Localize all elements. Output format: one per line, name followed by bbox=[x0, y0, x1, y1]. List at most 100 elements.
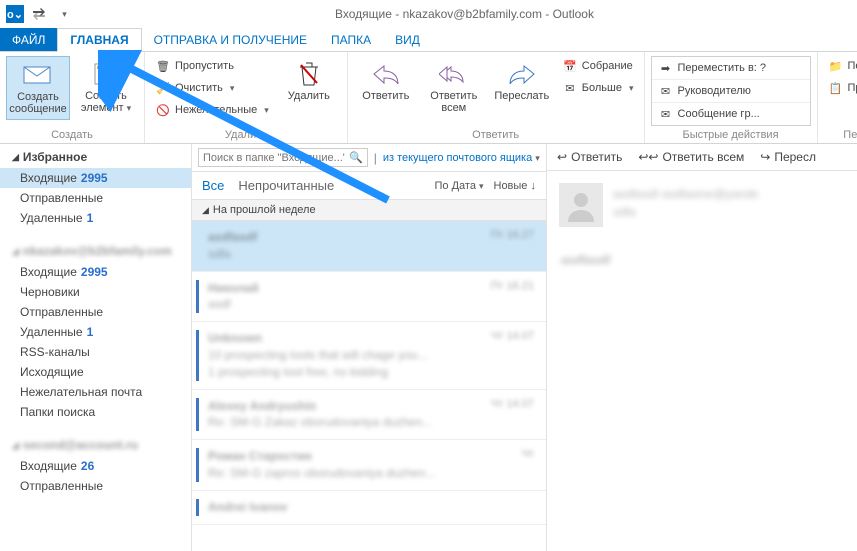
app-body: ◢Избранное Входящие 2995 Отправленные Уда… bbox=[0, 144, 857, 551]
mail-item[interactable]: Andrei Ivanov bbox=[192, 491, 546, 525]
nav-inbox-acc1-label: Входящие bbox=[20, 265, 77, 279]
reply-icon bbox=[370, 60, 402, 88]
mail-item[interactable]: Unknown10 prospecting tools that will ch… bbox=[192, 322, 546, 389]
nav-deleted[interactable]: Удаленные 1 bbox=[0, 208, 191, 228]
move-label: Переместить bbox=[848, 60, 857, 72]
rules-label: Правила bbox=[848, 82, 857, 94]
qat-customize-icon[interactable] bbox=[54, 5, 72, 23]
tab-file[interactable]: ФАЙЛ bbox=[0, 28, 57, 51]
mail-item[interactable]: Alexey AndryushinRe: SM-G Zakaz oborudov… bbox=[192, 390, 546, 441]
new-item-label: Создать элемент bbox=[76, 90, 136, 114]
junk-icon: 🚫 bbox=[155, 102, 171, 118]
nav-drafts[interactable]: Черновики bbox=[0, 282, 191, 302]
ribbon-group-new-label: Создать bbox=[6, 127, 138, 143]
tab-view[interactable]: ВИД bbox=[383, 28, 432, 51]
quick-manager[interactable]: ✉ Руководителю bbox=[652, 80, 810, 103]
reply-all-button[interactable]: Ответить всем bbox=[422, 56, 486, 118]
mail-item[interactable]: asdfasdfsdfaПт 16.27 bbox=[192, 221, 546, 272]
new-item-button[interactable]: Создать элемент bbox=[74, 56, 138, 118]
nav-deleted-acc1-label: Удаленные bbox=[20, 325, 83, 339]
ribbon-group-respond-label: Ответить bbox=[354, 127, 638, 143]
reading-forward-button[interactable]: ↪Пересл bbox=[760, 150, 816, 164]
reply-button[interactable]: Ответить bbox=[354, 56, 418, 106]
nav-inbox[interactable]: Входящие2995 bbox=[0, 168, 191, 188]
nav-inbox-acc1[interactable]: Входящие 2995 bbox=[0, 262, 191, 282]
mail-item[interactable]: Роман СтаростинRe: SM-G zapros oborudova… bbox=[192, 440, 546, 491]
tab-send-receive[interactable]: ОТПРАВКА И ПОЛУЧЕНИЕ bbox=[142, 28, 319, 51]
filter-unread[interactable]: Непрочитанные bbox=[238, 178, 334, 193]
account1-header[interactable]: ◢nkazakov@b2bfamily.com bbox=[0, 238, 191, 262]
quick-team[interactable]: ✉Сообщение гр... bbox=[652, 103, 810, 125]
nav-search-folders[interactable]: Папки поиска bbox=[0, 402, 191, 422]
rules-button[interactable]: 📋Правила bbox=[824, 78, 857, 98]
reading-reply-button[interactable]: ↩Ответить bbox=[557, 150, 622, 164]
reading-header: asdfasdf asdfasme@yande sdfa bbox=[547, 171, 857, 239]
account2-header[interactable]: ◢second@account.ru bbox=[0, 432, 191, 456]
reading-subject: asdfasdf bbox=[561, 253, 843, 267]
quick-move-to[interactable]: ➡Переместить в: ? bbox=[652, 57, 810, 80]
nav-inbox-acc1-count: 2995 bbox=[81, 265, 108, 279]
filter-all[interactable]: Все bbox=[202, 178, 224, 193]
meeting-button[interactable]: 📅Собрание bbox=[558, 56, 638, 76]
forward-button[interactable]: Переслать bbox=[490, 56, 554, 106]
reading-forward-label: Пересл bbox=[774, 150, 816, 164]
reading-actions: ↩Ответить ↩↩ Ответить всем ↪Пересл bbox=[547, 144, 857, 171]
tab-home[interactable]: ГЛАВНАЯ bbox=[57, 28, 141, 52]
nav-inbox-acc2-label: Входящие bbox=[20, 459, 77, 473]
nav-deleted-count: 1 bbox=[87, 211, 94, 225]
move-to-icon: ➡ bbox=[658, 60, 674, 76]
more-label: Больше bbox=[582, 82, 622, 94]
favorites-header[interactable]: ◢Избранное bbox=[0, 144, 191, 168]
nav-rss[interactable]: RSS-каналы bbox=[0, 342, 191, 362]
clean-button[interactable]: 🧹Очистить bbox=[151, 78, 273, 98]
reading-reply-all-button[interactable]: ↩↩ Ответить всем bbox=[638, 150, 744, 164]
filter-bar: Все Непрочитанные По Дата Новые ↓ bbox=[192, 172, 546, 200]
nav-inbox-acc2-count: 26 bbox=[81, 459, 94, 473]
delete-icon bbox=[293, 60, 325, 88]
search-box[interactable]: 🔍 bbox=[198, 148, 368, 167]
reading-reply-all-label: Ответить всем bbox=[662, 150, 744, 164]
search-icon[interactable]: 🔍 bbox=[349, 151, 363, 164]
move-button[interactable]: 📁 Переместить bbox=[824, 56, 857, 76]
new-mail-button[interactable]: Создать сообщение bbox=[6, 56, 70, 120]
sort-by[interactable]: По Дата bbox=[435, 180, 484, 192]
nav-deleted-acc1[interactable]: Удаленные1 bbox=[0, 322, 191, 342]
ribbon-group-quick-label: Быстрые действия bbox=[651, 127, 811, 143]
ignore-button[interactable]: 🗑Пропустить bbox=[151, 56, 273, 76]
junk-button[interactable]: 🚫 Нежелательные bbox=[151, 100, 273, 120]
delete-label: Удалить bbox=[288, 90, 330, 102]
reply-all-icon: ↩↩ bbox=[638, 150, 658, 164]
nav-outbox[interactable]: Исходящие bbox=[0, 362, 191, 382]
reading-reply-label: Ответить bbox=[571, 150, 622, 164]
ribbon-group-delete-label: Удалить bbox=[151, 127, 341, 143]
nav-deleted-label: Удаленные bbox=[20, 211, 83, 225]
junk-label: Нежелательные bbox=[175, 104, 257, 116]
reading-from: asdfasdf asdfasme@yande bbox=[613, 187, 759, 201]
move-folder-icon: 📁 bbox=[828, 58, 844, 74]
mail-item[interactable]: НиколайasdfПт 16.21 bbox=[192, 272, 546, 323]
quick-steps-gallery[interactable]: ➡Переместить в: ? ✉ Руководителю ✉Сообщен… bbox=[651, 56, 811, 126]
search-input[interactable] bbox=[203, 152, 345, 164]
qat-send-receive-icon[interactable] bbox=[30, 5, 48, 23]
ribbon-group-move: 📁 Переместить 📋Правила Переместить bbox=[818, 52, 857, 143]
more-respond-button[interactable]: ✉Больше bbox=[558, 78, 638, 98]
favorites-label: Избранное bbox=[23, 150, 87, 164]
nav-sent[interactable]: Отправленные bbox=[0, 188, 191, 208]
sort-direction[interactable]: Новые ↓ bbox=[494, 180, 537, 192]
search-scope[interactable]: из текущего почтового ящика bbox=[383, 152, 540, 164]
nav-sent-acc1[interactable]: Отправленные bbox=[0, 302, 191, 322]
ignore-label: Пропустить bbox=[175, 60, 234, 72]
forward-label: Переслать bbox=[494, 90, 549, 102]
manager-icon: ✉ bbox=[658, 83, 674, 99]
tab-folder[interactable]: ПАПКА bbox=[319, 28, 383, 51]
nav-sent-acc2[interactable]: Отправленные bbox=[0, 476, 191, 496]
nav-junk[interactable]: Нежелательная почта bbox=[0, 382, 191, 402]
nav-inbox-acc2[interactable]: Входящие 26 bbox=[0, 456, 191, 476]
quick-manager-label: Руководителю bbox=[678, 85, 751, 97]
new-item-icon bbox=[90, 60, 122, 88]
outlook-app-icon: o⌄ bbox=[6, 5, 24, 23]
delete-button[interactable]: Удалить bbox=[277, 56, 341, 106]
date-group-header[interactable]: ◢На прошлой неделе bbox=[192, 200, 546, 221]
account2-label: second@account.ru bbox=[23, 438, 138, 452]
team-icon: ✉ bbox=[658, 106, 674, 122]
